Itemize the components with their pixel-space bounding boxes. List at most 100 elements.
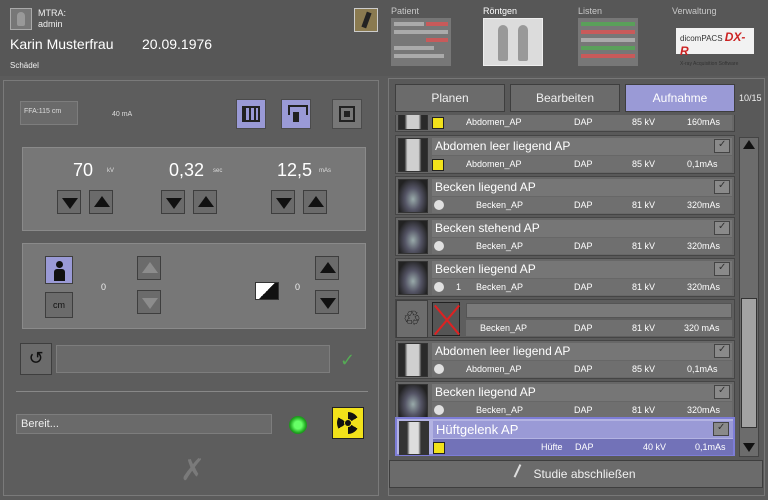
mas-down-button[interactable] (271, 190, 295, 214)
radiation-icon (432, 159, 444, 171)
nav-tab-patient[interactable]: Patient (391, 6, 461, 72)
sec-down-button[interactable] (161, 190, 185, 214)
eye-icon (434, 364, 444, 374)
nav-tab-label: Verwaltung (672, 6, 717, 16)
tab-planen[interactable]: Planen (395, 84, 505, 112)
param-mas: 320mAs (687, 241, 721, 251)
radiation-icon (337, 412, 359, 434)
exam-thumbnail (398, 179, 428, 213)
edit-icon[interactable] (714, 344, 730, 358)
exam-thumbnail (399, 421, 429, 455)
exam-item[interactable]: Becken liegend AP Becken_AP DAP 81 kV 32… (395, 176, 735, 215)
param-kv: 81 kV (632, 405, 656, 415)
param-kv: 81 kV (632, 282, 656, 292)
density-up-button[interactable] (315, 256, 339, 280)
ready-indicator-icon (289, 416, 307, 434)
exam-params: Abdomen_AP DAP 85 kV 0,1mAs (432, 361, 732, 377)
undo-button[interactable]: ↺ (20, 343, 52, 375)
param-name: Abdomen_AP (466, 159, 522, 169)
exam-label: Schädel (10, 61, 39, 70)
mas-unit: mAs (319, 168, 331, 174)
exam-params: 1 Becken_AP DAP 81 kV 320mAs (432, 279, 732, 295)
param-dose: DAP (574, 282, 593, 292)
exam-item[interactable]: Becken stehend AP Becken_AP DAP 81 kV 32… (395, 217, 735, 256)
param-mas: 0,1mAs (687, 364, 718, 374)
exam-thumbnail (398, 343, 428, 377)
exam-item-rejected[interactable]: ♲ Becken_AP DAP 81 kV 320 mAs (395, 299, 735, 338)
scroll-down-icon[interactable] (743, 443, 755, 452)
reject-reason-select[interactable] (466, 303, 732, 318)
dicompacs-logo: dicomPACS DX-R X-ray Acquisition Softwar… (676, 28, 754, 67)
logo-tagline: X-ray Acquisition Software (680, 61, 739, 67)
edit-icon[interactable] (714, 180, 730, 194)
exam-item[interactable]: Becken liegend AP Becken_AP DAP 81 kV 32… (395, 381, 735, 420)
note-field[interactable] (56, 345, 330, 373)
thickness-up-button[interactable] (137, 256, 161, 280)
image-count: 1 (456, 282, 462, 292)
density-down-button[interactable] (315, 290, 339, 314)
kv-down-button[interactable] (57, 190, 81, 214)
param-mas: 320mAs (687, 282, 721, 292)
nav-tab-xray[interactable]: Röntgen (483, 6, 553, 72)
thickness-down-button[interactable] (137, 290, 161, 314)
chamber-icon (339, 106, 355, 122)
exam-list-scrollbar[interactable] (739, 137, 759, 457)
edit-icon[interactable] (713, 422, 729, 436)
finish-study-button[interactable]: Studie abschließen (389, 460, 763, 488)
edit-icon[interactable] (714, 385, 730, 399)
param-name: Abdomen_AP (466, 364, 522, 374)
exam-item[interactable]: Abdomen leer liegend AP Abdomen_AP DAP 8… (395, 340, 735, 379)
check-icon[interactable]: ✓ (340, 347, 358, 373)
exposure-panel: FFA:115 cm 40 mA 70 kV 0,32 sec 12,5 mAs… (3, 80, 379, 496)
exam-item[interactable]: Abdomen_AP DAP 85 kV 160mAs (395, 115, 735, 132)
exam-item-selected[interactable]: Hüftgelenk AP Hüfte DAP 40 kV 0,1mAs (395, 417, 735, 456)
radiation-button[interactable] (332, 407, 364, 439)
scroll-thumb[interactable] (741, 298, 757, 428)
edit-icon[interactable] (714, 262, 730, 276)
mas-up-button[interactable] (303, 190, 327, 214)
param-mas: 320 mAs (684, 323, 720, 333)
exam-tool-icon[interactable] (354, 8, 378, 32)
radiation-icon (432, 117, 444, 129)
param-dose: DAP (574, 117, 593, 127)
patient-thumbnail (391, 18, 451, 66)
ffa-field: FFA:115 cm (20, 101, 78, 125)
exam-item[interactable]: Abdomen leer liegend AP Abdomen_AP DAP 8… (395, 135, 735, 174)
thickness-unit-button[interactable]: cm (45, 292, 73, 318)
exam-params: Becken_AP DAP 81 kV 320mAs (432, 197, 732, 213)
param-dose: DAP (574, 323, 593, 333)
nav-tab-label: Patient (391, 6, 420, 16)
xray-disabled-icon: ✗ (180, 454, 206, 487)
tab-bearbeiten[interactable]: Bearbeiten (510, 84, 620, 112)
kv-value: 70 (73, 160, 94, 180)
param-kv: 85 kV (632, 364, 656, 374)
tab-aufnahme[interactable]: Aufnahme (625, 84, 735, 112)
edit-icon[interactable] (714, 221, 730, 235)
pen-icon (514, 464, 531, 482)
nav-tab-lists[interactable]: Listen (578, 6, 648, 72)
sec-value: 0,32 (169, 160, 205, 180)
param-name: Becken_AP (476, 200, 524, 210)
param-dose: DAP (574, 241, 593, 251)
ma-label: 40 mA (112, 111, 133, 118)
detector-icon (288, 105, 308, 123)
user-name: admin (38, 19, 63, 29)
recycle-icon[interactable]: ♲ (396, 300, 428, 338)
edit-icon[interactable] (714, 139, 730, 153)
exam-params: Becken_AP DAP 81 kV 320mAs (432, 238, 732, 254)
param-mas: 0,1mAs (695, 442, 726, 452)
grid-button[interactable] (236, 99, 266, 129)
exam-params: Hüfte DAP 40 kV 0,1mAs (433, 439, 733, 455)
kv-up-button[interactable] (89, 190, 113, 214)
param-name: Abdomen_AP (466, 117, 522, 127)
person-icon[interactable] (45, 256, 73, 284)
chamber-button[interactable] (332, 99, 362, 129)
patient-params-box: cm 0 0 (22, 243, 366, 329)
scroll-up-icon[interactable] (743, 140, 755, 149)
param-kv: 81 kV (632, 200, 656, 210)
nav-tab-admin[interactable]: Verwaltung dicomPACS DX-R X-ray Acquisit… (672, 6, 762, 72)
exam-item[interactable]: Becken liegend AP 1 Becken_AP DAP 81 kV … (395, 258, 735, 297)
detector-button[interactable] (281, 99, 311, 129)
param-dose: DAP (574, 405, 593, 415)
sec-up-button[interactable] (193, 190, 217, 214)
